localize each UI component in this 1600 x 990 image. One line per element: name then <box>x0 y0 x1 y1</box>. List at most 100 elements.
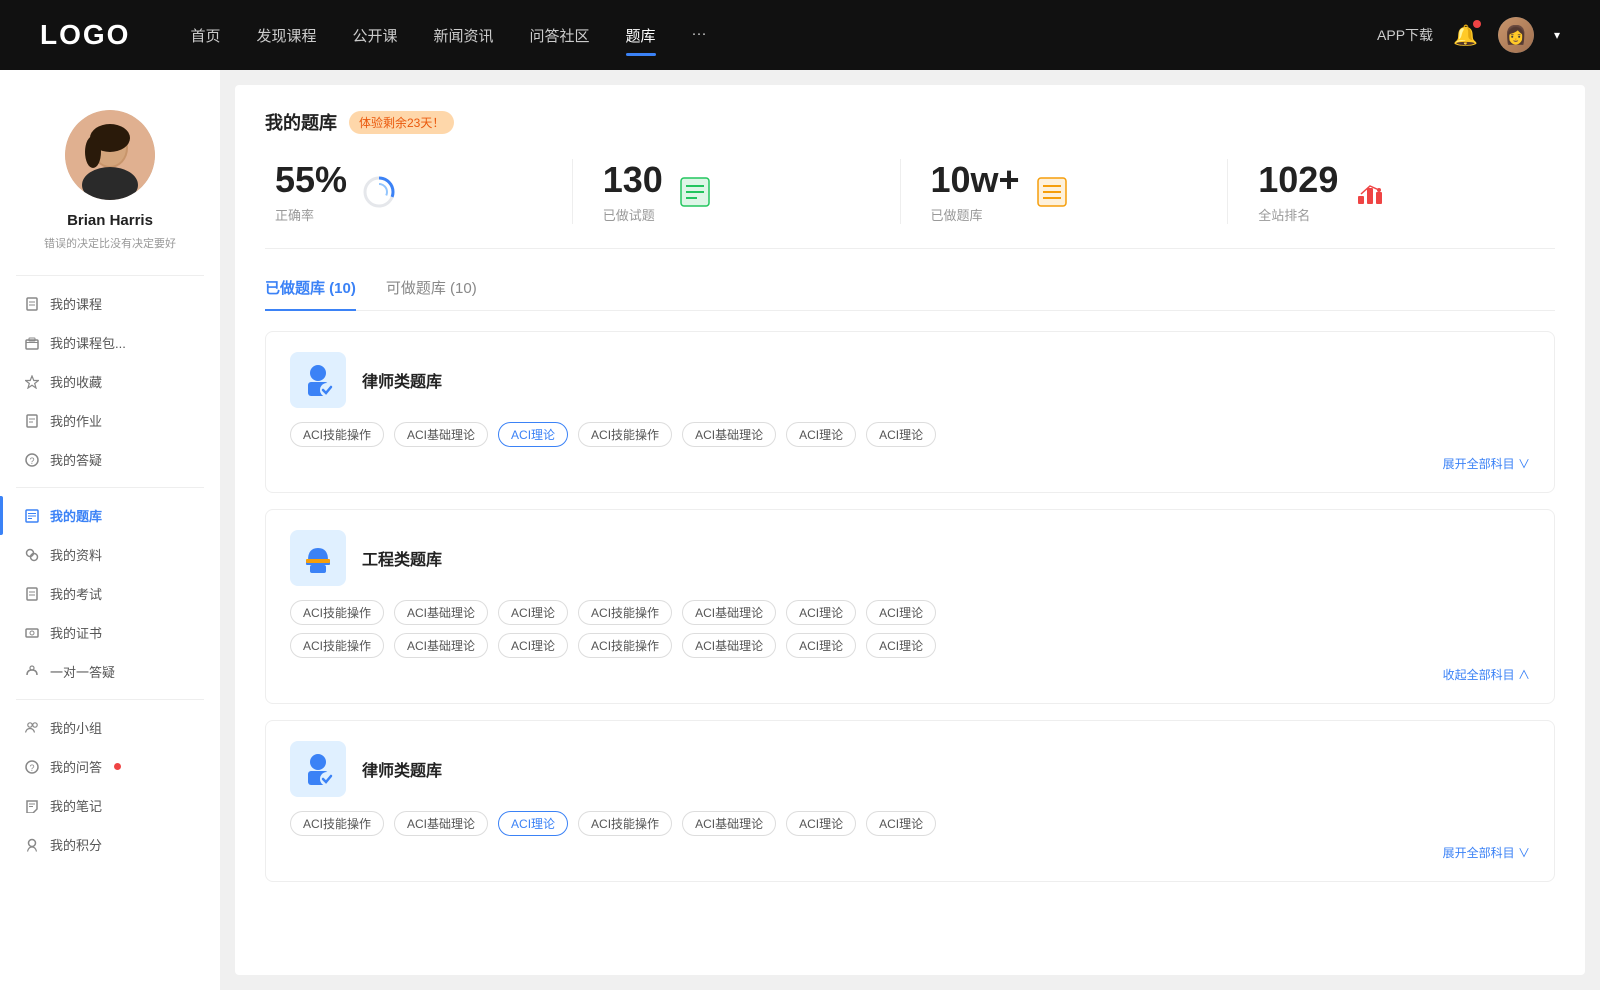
tag-2-active[interactable]: ACI理论 <box>498 422 568 447</box>
l2-tag-4[interactable]: ACI基础理论 <box>682 811 776 836</box>
notification-bell[interactable]: 🔔 <box>1453 23 1478 48</box>
bank-item-lawyer-2-header: 律师类题库 <box>290 741 1530 797</box>
group-icon <box>24 720 40 736</box>
eng-tag-r2-5[interactable]: ACI理论 <box>786 633 856 658</box>
bank-name-lawyer-1: 律师类题库 <box>362 368 442 392</box>
l2-tag-3[interactable]: ACI技能操作 <box>578 811 672 836</box>
sidebar-item-favorites[interactable]: 我的收藏 <box>0 362 220 401</box>
eng-tag-r2-6[interactable]: ACI理论 <box>866 633 936 658</box>
bank-item-lawyer-1: 律师类题库 ACI技能操作 ACI基础理论 ACI理论 ACI技能操作 ACI基… <box>265 331 1555 493</box>
tag-6[interactable]: ACI理论 <box>866 422 936 447</box>
eng-tag-r1-1[interactable]: ACI基础理论 <box>394 600 488 625</box>
qa-icon: ? <box>24 452 40 468</box>
sidebar-item-one-on-one[interactable]: 一对一答疑 <box>0 652 220 691</box>
nav-home[interactable]: 首页 <box>190 21 220 50</box>
sidebar-item-my-questionbank[interactable]: 我的题库 <box>0 496 220 535</box>
nav-discover[interactable]: 发现课程 <box>256 21 316 50</box>
l2-tag-2-active[interactable]: ACI理论 <box>498 811 568 836</box>
tag-3[interactable]: ACI技能操作 <box>578 422 672 447</box>
sidebar-item-my-exam[interactable]: 我的考试 <box>0 574 220 613</box>
expand-link-lawyer-1[interactable]: 展开全部科目 ∨ <box>290 455 1530 472</box>
stat-done-questions-label: 已做试题 <box>603 205 663 224</box>
ranking-icon <box>1352 174 1388 210</box>
app-download-link[interactable]: APP下载 <box>1377 25 1433 45</box>
stat-ranking-info: 1029 全站排名 <box>1258 159 1338 224</box>
page-header: 我的题库 体验剩余23天！ <box>265 109 1555 135</box>
eng-tag-r2-4[interactable]: ACI基础理论 <box>682 633 776 658</box>
stat-accuracy: 55% 正确率 <box>265 159 573 224</box>
tab-done-banks[interactable]: 已做题库 (10) <box>265 277 356 310</box>
collapse-link-engineer[interactable]: 收起全部科目 ∧ <box>290 666 1530 683</box>
sidebar-label-my-course: 我的课程 <box>50 294 102 313</box>
bank-item-lawyer-1-header: 律师类题库 <box>290 352 1530 408</box>
nav-questionbank[interactable]: 题库 <box>626 21 656 50</box>
tabs-row: 已做题库 (10) 可做题库 (10) <box>265 277 1555 311</box>
nav-news[interactable]: 新闻资讯 <box>434 21 494 50</box>
sidebar-item-my-questions[interactable]: ? 我的问答 <box>0 747 220 786</box>
user-avatar-nav[interactable]: 👩 <box>1498 17 1534 53</box>
l2-tag-5[interactable]: ACI理论 <box>786 811 856 836</box>
expand-link-lawyer-2[interactable]: 展开全部科目 ∨ <box>290 844 1530 861</box>
eng-tag-r1-5[interactable]: ACI理论 <box>786 600 856 625</box>
sidebar: Brian Harris 错误的决定比没有决定要好 我的课程 我的课程包... … <box>0 70 220 990</box>
certificate-icon <box>24 625 40 641</box>
stat-ranking-label: 全站排名 <box>1258 205 1338 224</box>
questions-dot-badge <box>114 763 121 770</box>
nav-menu: 首页 发现课程 公开课 新闻资讯 问答社区 题库 ··· <box>190 21 1337 50</box>
user-menu-chevron[interactable]: ▾ <box>1554 28 1560 42</box>
stat-done-questions-info: 130 已做试题 <box>603 159 663 224</box>
eng-tag-r1-2[interactable]: ACI理论 <box>498 600 568 625</box>
done-questions-icon <box>677 174 713 210</box>
nav-qa[interactable]: 问答社区 <box>530 21 590 50</box>
eng-tag-r1-3[interactable]: ACI技能操作 <box>578 600 672 625</box>
nav-more[interactable]: ··· <box>692 21 707 50</box>
svg-text:?: ? <box>29 763 34 773</box>
bank-name-lawyer-2: 律师类题库 <box>362 757 442 781</box>
tag-5[interactable]: ACI理论 <box>786 422 856 447</box>
user-profile: Brian Harris 错误的决定比没有决定要好 <box>0 90 220 267</box>
l2-tag-6[interactable]: ACI理论 <box>866 811 936 836</box>
eng-tag-r1-4[interactable]: ACI基础理论 <box>682 600 776 625</box>
stat-accuracy-value: 55% <box>275 159 347 201</box>
l2-tag-0[interactable]: ACI技能操作 <box>290 811 384 836</box>
sidebar-item-my-data[interactable]: 我的资料 <box>0 535 220 574</box>
tag-0[interactable]: ACI技能操作 <box>290 422 384 447</box>
sidebar-item-my-notes[interactable]: 我的笔记 <box>0 786 220 825</box>
sidebar-item-my-qa[interactable]: ? 我的答疑 <box>0 440 220 479</box>
eng-tag-r2-3[interactable]: ACI技能操作 <box>578 633 672 658</box>
stat-done-questions: 130 已做试题 <box>573 159 901 224</box>
bank-name-engineer: 工程类题库 <box>362 546 442 570</box>
stat-done-banks-value: 10w+ <box>931 159 1020 201</box>
sidebar-item-my-group[interactable]: 我的小组 <box>0 708 220 747</box>
engineer-bank-icon <box>290 530 346 586</box>
sidebar-divider-1 <box>16 275 204 276</box>
sidebar-divider-2 <box>16 487 204 488</box>
sidebar-label-my-points: 我的积分 <box>50 835 102 854</box>
tab-available-banks[interactable]: 可做题库 (10) <box>386 277 477 310</box>
sidebar-item-my-points[interactable]: 我的积分 <box>0 825 220 864</box>
sidebar-item-homework[interactable]: 我的作业 <box>0 401 220 440</box>
exam-icon <box>24 586 40 602</box>
homework-icon <box>24 413 40 429</box>
eng-tag-r1-6[interactable]: ACI理论 <box>866 600 936 625</box>
stat-done-banks-info: 10w+ 已做题库 <box>931 159 1020 224</box>
logo: LOGO <box>40 19 130 51</box>
l2-tag-1[interactable]: ACI基础理论 <box>394 811 488 836</box>
eng-tag-r2-0[interactable]: ACI技能操作 <box>290 633 384 658</box>
eng-tag-r1-0[interactable]: ACI技能操作 <box>290 600 384 625</box>
notes-icon <box>24 798 40 814</box>
sidebar-label-favorites: 我的收藏 <box>50 372 102 391</box>
eng-tag-r2-1[interactable]: ACI基础理论 <box>394 633 488 658</box>
eng-tag-r2-2[interactable]: ACI理论 <box>498 633 568 658</box>
trial-badge: 体验剩余23天！ <box>349 111 454 134</box>
sidebar-label-my-questions: 我的问答 <box>50 757 102 776</box>
tag-1[interactable]: ACI基础理论 <box>394 422 488 447</box>
course-package-icon <box>24 335 40 351</box>
sidebar-item-course-package[interactable]: 我的课程包... <box>0 323 220 362</box>
sidebar-item-my-certificate[interactable]: 我的证书 <box>0 613 220 652</box>
tag-4[interactable]: ACI基础理论 <box>682 422 776 447</box>
main-layout: Brian Harris 错误的决定比没有决定要好 我的课程 我的课程包... … <box>0 70 1600 990</box>
questionbank-icon <box>24 508 40 524</box>
sidebar-item-my-course[interactable]: 我的课程 <box>0 284 220 323</box>
nav-opencourse[interactable]: 公开课 <box>352 21 397 50</box>
